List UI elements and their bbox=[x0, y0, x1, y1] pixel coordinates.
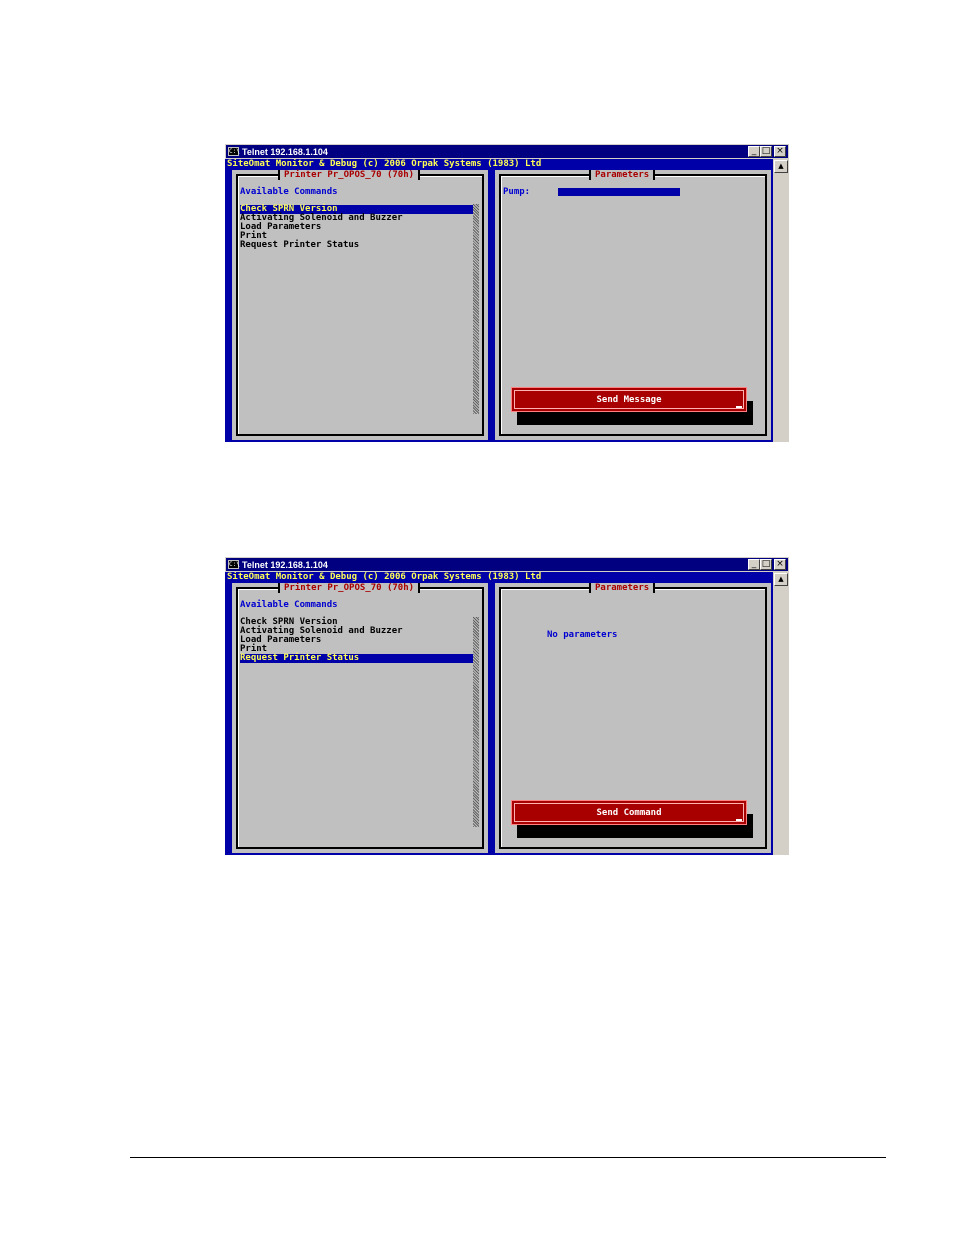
commands-panel-title: Printer Pr_OPOS_70 (70h) bbox=[278, 170, 421, 180]
telnet-window-screenshot-2: C:\ Telnet 192.168.1.104 _ □ × SiteOmat … bbox=[225, 557, 789, 855]
parameters-panel-title: Parameters bbox=[589, 170, 656, 180]
parameters-panel: Parameters Pump: Send Message bbox=[495, 170, 771, 440]
send-command-button-label: Send Command bbox=[514, 803, 744, 822]
list-item[interactable]: Request Printer Status bbox=[240, 241, 474, 250]
console-header: SiteOmat Monitor & Debug (c) 2006 Orpak … bbox=[227, 572, 542, 582]
window-scrollbar[interactable]: ▲ bbox=[773, 572, 789, 855]
list-item[interactable]: Request Printer Status bbox=[240, 654, 474, 663]
send-message-button-label: Send Message bbox=[514, 390, 744, 409]
send-message-button[interactable]: Send Message bbox=[511, 387, 747, 412]
commands-panel: Printer Pr_OPOS_70 (70h) Available Comma… bbox=[232, 583, 488, 853]
list-item[interactable]: Load Parameters bbox=[240, 636, 474, 645]
available-commands-label: Available Commands bbox=[240, 187, 338, 197]
close-icon[interactable]: × bbox=[774, 146, 786, 157]
window-title: Telnet 192.168.1.104 bbox=[242, 147, 328, 157]
footer-divider bbox=[130, 1157, 886, 1158]
text-cursor bbox=[736, 406, 742, 408]
parameters-panel-title: Parameters bbox=[589, 583, 656, 593]
parameters-panel: Parameters No parameters Send Command bbox=[495, 583, 771, 853]
maximize-icon[interactable]: □ bbox=[760, 559, 772, 570]
window-titlebar: C:\ Telnet 192.168.1.104 _ □ × bbox=[225, 557, 789, 572]
pump-input[interactable] bbox=[558, 188, 680, 196]
minimize-icon[interactable]: _ bbox=[748, 146, 760, 157]
list-item[interactable]: Load Parameters bbox=[240, 223, 474, 232]
window-scrollbar[interactable]: ▲ bbox=[773, 159, 789, 442]
command-list-scrollbar[interactable] bbox=[473, 204, 479, 414]
command-list: Check SPRN Version Activating Solenoid a… bbox=[240, 205, 474, 250]
maximize-icon[interactable]: □ bbox=[760, 146, 772, 157]
close-icon[interactable]: × bbox=[774, 559, 786, 570]
available-commands-label: Available Commands bbox=[240, 600, 338, 610]
text-cursor bbox=[736, 819, 742, 821]
console-app-icon: C:\ bbox=[228, 560, 240, 569]
command-list: Check SPRN Version Activating Solenoid a… bbox=[240, 618, 474, 663]
send-command-button[interactable]: Send Command bbox=[511, 800, 747, 825]
console-header: SiteOmat Monitor & Debug (c) 2006 Orpak … bbox=[227, 159, 542, 169]
scroll-up-arrow-icon[interactable]: ▲ bbox=[774, 160, 788, 173]
window-title: Telnet 192.168.1.104 bbox=[242, 560, 328, 570]
scroll-up-arrow-icon[interactable]: ▲ bbox=[774, 573, 788, 586]
console-app-icon: C:\ bbox=[228, 147, 240, 156]
commands-panel: Printer Pr_OPOS_70 (70h) Available Comma… bbox=[232, 170, 488, 440]
console-area: SiteOmat Monitor & Debug (c) 2006 Orpak … bbox=[225, 572, 773, 855]
command-list-scrollbar[interactable] bbox=[473, 617, 479, 827]
commands-panel-title: Printer Pr_OPOS_70 (70h) bbox=[278, 583, 421, 593]
window-titlebar: C:\ Telnet 192.168.1.104 _ □ × bbox=[225, 144, 789, 159]
no-parameters-text: No parameters bbox=[547, 630, 618, 640]
console-area: SiteOmat Monitor & Debug (c) 2006 Orpak … bbox=[225, 159, 773, 442]
minimize-icon[interactable]: _ bbox=[748, 559, 760, 570]
pump-label: Pump: bbox=[503, 187, 531, 197]
telnet-window-screenshot-1: C:\ Telnet 192.168.1.104 _ □ × SiteOmat … bbox=[225, 144, 789, 442]
